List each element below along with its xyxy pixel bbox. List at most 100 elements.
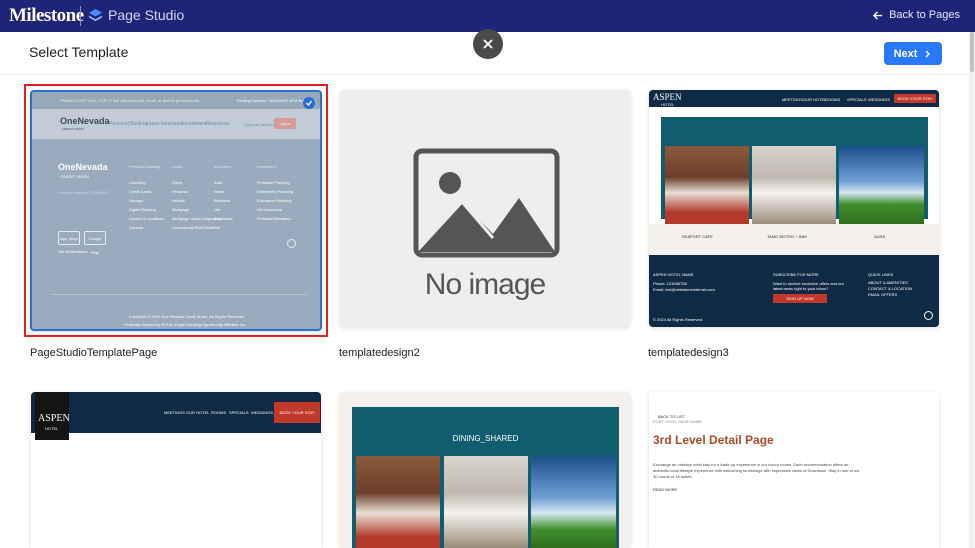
thumb-aspen-logo-sub: HOTEL [661,102,675,107]
top-bar: Milestone Page Studio Back to Pages [0,0,975,32]
thumb-col1-item: Savings [129,198,144,203]
thumb-aspen-nav-item: ROOMS [825,97,841,102]
next-button[interactable]: Next [884,42,942,65]
back-to-pages-label: Back to Pages [889,9,960,21]
thumb-quick-link: CONTACT & LOCATION [868,286,913,291]
thumb-nav-bar: OneNevada CREDIT UNION Personal Banking … [32,109,320,139]
thumb4-nav-item: MEETINGS [164,410,185,415]
thumb4-logo-sub: HOTEL [45,426,59,431]
scrollbar[interactable] [969,32,975,548]
thumb-nav-4: Investment [182,121,207,127]
thumb4-nav: ASPEN HOTEL MEETINGS OUR HOTEL ROOMS SPE… [31,392,321,440]
thumb-brand: OneNevada [60,116,110,126]
thumb-brand-sub: CREDIT UNION [62,127,84,131]
thumb-aspen-logo: ASPEN [653,92,682,102]
brand-divider [80,6,81,26]
thumb-col1-item: Checking [129,180,146,185]
scroll-thumb[interactable] [970,32,974,72]
thumb-footer-brand-sub: CREDIT UNION [60,174,89,179]
thumb4-nav-item: ROOMS [211,410,227,415]
template-card-pagestudiotemplatepage[interactable]: FRAUD DON'T FALL FOR IT: We will never c… [30,90,322,331]
thumb-col2-item: Rates [172,180,183,185]
template-name-2: templatedesign2 [339,347,420,359]
thumb-caption: SEAPORT CAFE [682,234,713,239]
milestone-logo: Milestone [9,5,84,26]
thumb-rights: © 2024 All Rights Reserved. [653,317,704,322]
thumb-col1-item: Credit Cards [129,189,152,194]
thumb-col2-item: Mortgage [172,207,189,212]
back-to-pages-link[interactable]: Back to Pages [872,9,960,21]
thumb-col3-item: Pet [214,225,221,230]
thumb-photo-room2 [752,146,836,224]
thumb-col3-item: Business [214,198,231,203]
image-placeholder-icon [413,148,560,258]
thumb-quick-links-heading: QUICK LINKS [868,272,894,277]
thumb4-logo-box: ASPEN HOTEL [35,392,70,440]
thumb5-photo-room1 [356,456,440,548]
template-card-templatedesign2[interactable]: No image [340,90,630,327]
thumb-col-head-2: Loans [172,164,183,169]
thumb-notifications: Get Notifications [58,249,88,254]
thumb-col2-item: Personal [172,189,188,194]
thumb6-body: Exchange an ordinary hotel stay for a tr… [653,462,860,479]
template-card-5[interactable]: DINING_SHARED [340,392,630,548]
thumb-col3-item: Life [214,207,221,212]
close-button[interactable] [473,29,503,59]
thumb-col2-item: Vehicle [172,198,185,203]
thumb-alert-banner: FRAUD DON'T FALL FOR IT: We will never c… [32,92,320,109]
thumb-col-head-3: Insurance [214,164,232,169]
thumb-col4-item: Financial Members [257,216,291,221]
thumb-footer-heading: ASPEN HOTEL NAME [653,272,694,277]
thumb-nav-5: Resources [206,121,230,127]
thumb4-book: BOOK YOUR STAY [274,402,320,423]
thumb-col1-item: Digital Banking [129,207,156,212]
thumb-photo-room1 [665,146,749,224]
thumb4-nav-item: SPECIALS [229,410,249,415]
thumb-aspen-footer: ASPEN HOTEL NAME Phone: 123456789 Email:… [649,255,939,327]
thumb-aspen-nav-item: OUR HOTEL [803,97,827,102]
thumb-quick-link: EMAIL OFFERS [868,292,898,297]
thumb-app-store-badge: App Store [58,231,80,245]
thumb-caption: AURA [874,234,886,239]
thumb-aspen-nav: ASPEN HOTEL MEETINGS OUR HOTEL ROOMS SPE… [649,90,939,107]
thumb-scroll-top-icon [924,311,933,320]
thumb-insured: Federally Insured by NCUA. Equal Housing… [124,322,247,327]
thumb4-nav-item: WEDDINGS [251,410,273,415]
next-label: Next [893,47,918,60]
thumb-nav-2: Loans [146,121,160,127]
template-name-3: templatedesign3 [648,347,729,359]
thumb-aspen-book: BOOK YOUR STAY [894,94,936,103]
thumb-caption-band: SEAPORT CAFE TAMO BISTRO + BAR AURA [649,224,939,255]
template-card-4[interactable]: ASPEN HOTEL MEETINGS OUR HOTEL ROOMS SPE… [31,392,321,548]
thumb-open-account: Open an Account [244,122,275,127]
arrow-left-icon [872,10,883,20]
thumb-footer-brand: OneNevada [58,162,108,172]
thumb-footer-phone: Phone: 123456789 [653,281,687,286]
close-icon [483,39,493,49]
thumb-sign-up: SIGN UP NOW [773,294,827,303]
no-image-text: No image [424,268,546,301]
thumb-col2-item: Commercial Real Estate [172,225,216,230]
thumb-aspen-nav-item: MEETINGS [782,97,803,102]
thumb-fraud-text: FRAUD DON'T FALL FOR IT: We will never c… [60,98,201,103]
thumb-photo-landscape [839,146,924,224]
page-title: Select Template [29,44,129,60]
thumb-col3-item: Accidental [214,216,233,221]
template-name-1: PageStudioTemplatePage [30,347,158,359]
thumb-col1-item: Careers [129,225,144,230]
thumb-col1-item: Control & Localities [129,216,164,221]
thumb-login-button: Log In [274,118,296,129]
template-card-templatedesign3[interactable]: ASPEN HOTEL MEETINGS OUR HOTEL ROOMS SPE… [649,90,939,327]
thumb-aspen-nav-item: WEDDINGS [868,97,890,102]
thumb5-title: DINING_SHARED [452,434,519,443]
layers-icon [88,8,103,22]
app-name: Page Studio [108,7,185,23]
thumb-col4-item: Education Planning [257,198,292,203]
thumb-footer-routing: Routing Number: 322484107 [58,190,110,195]
selected-check-icon [303,97,315,109]
thumb-caption: TAMO BISTRO + BAR [767,234,808,239]
template-card-6[interactable]: BACK TO LIST POST LEVEL PAGE NAME 3rd Le… [649,392,939,548]
thumb6-title: 3rd Level Detail Page [653,433,774,447]
thumb-col3-item: Home [214,189,225,194]
chevron-right-icon [925,50,931,57]
